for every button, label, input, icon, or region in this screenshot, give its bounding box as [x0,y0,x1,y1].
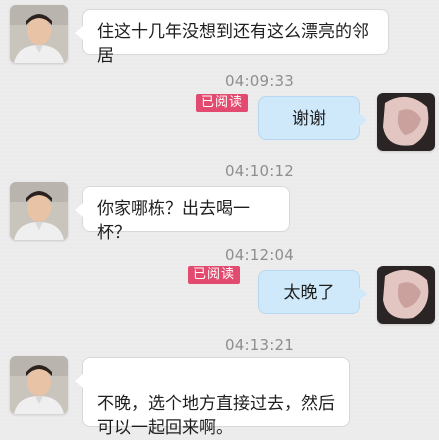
message-text: 不晚，选个地方直接过去，然后 可以一起回来啊。 [97,394,335,438]
message-text: 太晚了 [283,283,335,303]
message-timestamp: 04:12:04 [225,246,294,264]
contact-avatar[interactable] [10,5,68,63]
read-status-badge: 已阅读 [188,266,241,284]
my-avatar[interactable] [377,266,435,324]
message-bubble-incoming[interactable]: 住这十几年没想到还有这么漂亮的邻居 [75,9,389,66]
my-avatar[interactable] [377,93,435,151]
message-timestamp: 04:13:21 [225,336,294,354]
message-timestamp: 04:09:33 [225,72,294,90]
contact-avatar[interactable] [10,356,68,414]
chat-window: 住这十几年没想到还有这么漂亮的邻居 04:09:33 已阅读 谢谢 04:10:… [0,0,439,438]
message-text: 你家哪栋？出去喝一杯？ [97,199,250,243]
message-bubble-outgoing[interactable]: 太晚了 [258,270,367,314]
message-bubble-outgoing[interactable]: 谢谢 [258,96,367,140]
message-timestamp: 04:10:12 [225,162,294,180]
message-bubble-incoming[interactable]: 不晚，选个地方直接过去，然后 可以一起回来啊。 [75,357,350,438]
message-text: 住这十几年没想到还有这么漂亮的邻居 [97,22,369,66]
message-bubble-incoming[interactable]: 你家哪栋？出去喝一杯？ [75,186,290,243]
message-text: 谢谢 [292,109,326,129]
read-status-badge: 已阅读 [196,94,249,112]
contact-avatar[interactable] [10,182,68,240]
